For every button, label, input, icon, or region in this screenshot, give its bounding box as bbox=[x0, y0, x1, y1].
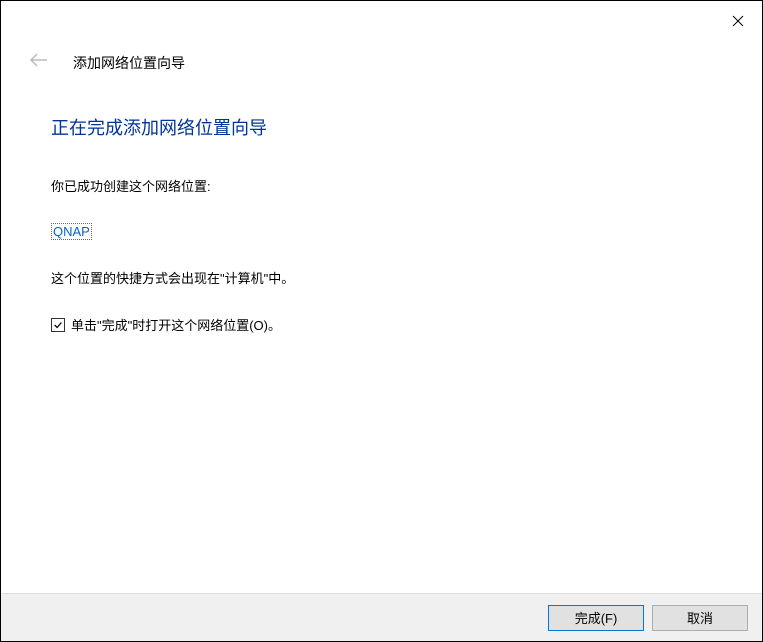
page-heading: 正在完成添加网络位置向导 bbox=[51, 114, 712, 140]
wizard-footer: 完成(F) 取消 bbox=[1, 593, 762, 641]
success-text: 你已成功创建这个网络位置: bbox=[51, 176, 712, 195]
location-name-link: QNAP bbox=[51, 223, 92, 240]
wizard-title: 添加网络位置向导 bbox=[73, 53, 185, 73]
finish-button[interactable]: 完成(F) bbox=[548, 605, 644, 631]
open-location-checkbox-label[interactable]: 单击"完成"时打开这个网络位置(O)。 bbox=[71, 315, 281, 334]
wizard-header: 添加网络位置向导 bbox=[1, 1, 762, 74]
close-button[interactable] bbox=[726, 9, 750, 33]
wizard-content: 正在完成添加网络位置向导 你已成功创建这个网络位置: QNAP 这个位置的快捷方… bbox=[1, 74, 762, 334]
open-location-checkbox[interactable] bbox=[51, 318, 65, 332]
shortcut-text: 这个位置的快捷方式会出现在"计算机"中。 bbox=[51, 268, 712, 287]
open-location-checkbox-row: 单击"完成"时打开这个网络位置(O)。 bbox=[51, 315, 712, 334]
back-arrow-icon bbox=[29, 51, 49, 74]
cancel-button[interactable]: 取消 bbox=[652, 605, 748, 631]
